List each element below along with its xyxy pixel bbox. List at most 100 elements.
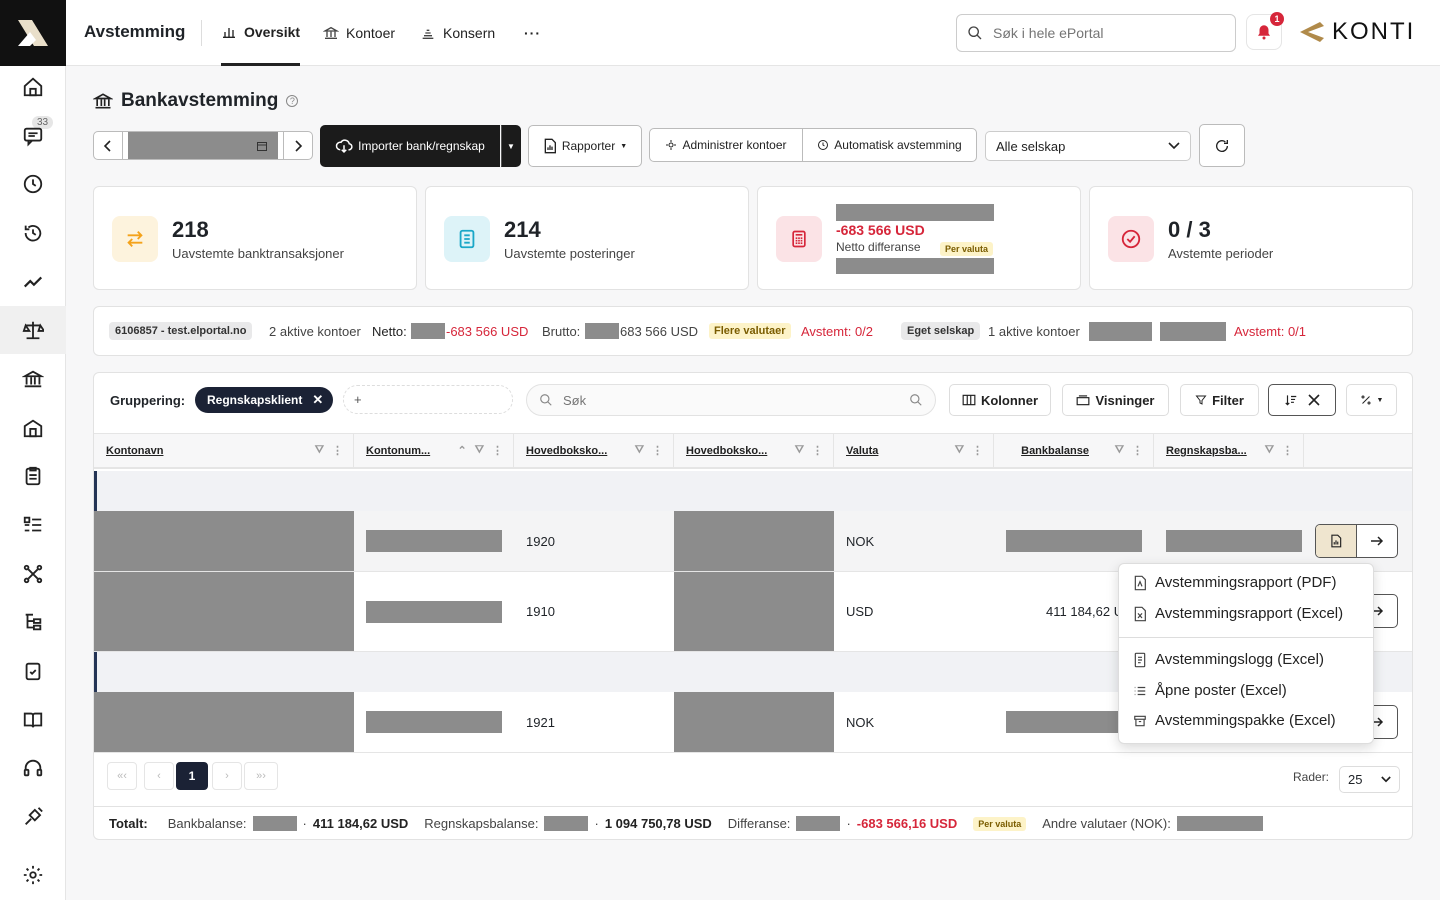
sidebar-item-support[interactable]: [0, 744, 66, 792]
manage-accounts-button[interactable]: Administrer kontoer: [649, 128, 803, 162]
menu-item-open-items[interactable]: Åpne poster (Excel): [1133, 682, 1287, 699]
tab-konsern[interactable]: Konsern: [420, 0, 495, 66]
filter-icon[interactable]: ⛛: [315, 444, 324, 457]
tab-oversikt[interactable]: Oversikt: [221, 0, 301, 66]
sidebar-item-network[interactable]: [0, 550, 66, 598]
grid-search-input[interactable]: [563, 392, 899, 408]
redacted-value: [1160, 322, 1226, 341]
report-file-icon: [1331, 534, 1342, 548]
app-logo[interactable]: [0, 0, 66, 66]
filter-icon[interactable]: ⛛: [475, 444, 484, 457]
reports-button[interactable]: Rapporter ▼: [528, 125, 642, 167]
filter-button[interactable]: Filter: [1180, 384, 1259, 416]
filter-icon[interactable]: ⛛: [1265, 444, 1274, 457]
period-date-field[interactable]: [128, 132, 278, 159]
menu-item-report-excel[interactable]: Avstemmingsrapport (Excel): [1133, 605, 1343, 622]
pagination-first-button[interactable]: «‹: [107, 762, 137, 790]
sidebar-item-reconciliation[interactable]: [0, 306, 66, 354]
company-select[interactable]: Alle selskap: [985, 131, 1191, 161]
density-menu-button[interactable]: ▼: [1346, 384, 1397, 416]
grid-search[interactable]: [526, 384, 936, 416]
separator-dot: ·: [846, 816, 851, 831]
row-report-button[interactable]: [1316, 525, 1357, 557]
sidebar-item-home[interactable]: [0, 63, 66, 111]
column-header-valuta[interactable]: Valuta ⛛ ⋮: [834, 433, 994, 469]
refresh-button[interactable]: [1199, 124, 1245, 167]
sidebar-item-messages[interactable]: [0, 112, 66, 160]
global-search[interactable]: [956, 14, 1236, 52]
difference-label: Differanse:: [727, 816, 791, 831]
redacted-value: [544, 816, 589, 831]
group-chip[interactable]: Regnskapsklient ✕: [195, 387, 334, 413]
sidebar-item-bank[interactable]: [0, 355, 66, 403]
column-header-bankbalanse[interactable]: Bankbalanse ⛛ ⋮: [994, 433, 1154, 469]
sidebar-item-settings[interactable]: [0, 851, 66, 899]
column-menu-icon[interactable]: ⋮: [972, 444, 983, 457]
sidebar-item-list[interactable]: [0, 501, 66, 549]
sidebar-item-checklist[interactable]: [0, 647, 66, 695]
group-row[interactable]: [94, 471, 1412, 511]
column-menu-icon[interactable]: ⋮: [1282, 444, 1293, 457]
filter-icon[interactable]: ⛛: [1115, 444, 1124, 457]
column-menu-icon[interactable]: ⋮: [1132, 444, 1143, 457]
add-grouping-button[interactable]: +: [343, 385, 513, 414]
pagination-last-button[interactable]: »›: [244, 762, 278, 790]
caret-down-icon: ▼: [620, 142, 628, 150]
prev-period-button[interactable]: [94, 132, 123, 159]
column-header-hovedbokskonto-navn[interactable]: Hovedboksko... ⛛ ⋮: [674, 433, 834, 469]
clipboard-icon: [25, 466, 41, 486]
pagination-prev-button[interactable]: ‹: [144, 762, 174, 790]
tab-more[interactable]: ···: [524, 0, 541, 66]
menu-item-reconciliation-log[interactable]: Avstemmingslogg (Excel): [1133, 651, 1324, 668]
column-header-regnskapsbalanse[interactable]: Regnskapsba... ⛛ ⋮: [1154, 433, 1304, 469]
sidebar-item-integrations[interactable]: [0, 793, 66, 841]
column-menu-icon[interactable]: ⋮: [332, 444, 343, 457]
list-lines-icon: [1134, 686, 1146, 695]
sidebar-item-tree[interactable]: [0, 598, 66, 646]
help-icon[interactable]: ?: [286, 95, 299, 107]
row-open-button[interactable]: [1357, 525, 1397, 557]
column-header-kontonummer[interactable]: Kontonum... ⌃ ⛛ ⋮: [354, 433, 514, 469]
column-header-hovedbokskonto[interactable]: Hovedboksko... ⛛ ⋮: [514, 433, 674, 469]
company-chip[interactable]: 6106857 - test.elportal.no: [109, 322, 253, 340]
menu-item-reconciliation-package[interactable]: Avstemmingspakke (Excel): [1133, 712, 1336, 729]
pagination-next-button[interactable]: ›: [212, 762, 242, 790]
sidebar-item-history[interactable]: [0, 209, 66, 257]
menu-item-report-pdf[interactable]: Avstemmingsrapport (PDF): [1133, 574, 1336, 591]
clear-sort-button[interactable]: [1268, 384, 1336, 416]
import-button[interactable]: Importer bank/regnskap: [320, 125, 500, 167]
sidebar-item-building[interactable]: [0, 404, 66, 452]
chevron-right-icon: [295, 139, 303, 152]
sidebar-item-book[interactable]: [0, 696, 66, 744]
filter-icon: [1195, 395, 1207, 405]
filter-icon[interactable]: ⛛: [955, 444, 964, 457]
pagination-page-1[interactable]: 1: [176, 762, 208, 790]
column-menu-icon[interactable]: ⋮: [652, 444, 663, 457]
brutto-value: 683 566 USD: [620, 324, 699, 339]
import-dropdown-toggle[interactable]: ▼: [501, 125, 521, 167]
column-header-kontonavn[interactable]: Kontonavn ⛛ ⋮: [94, 433, 354, 469]
auto-reconcile-label: Automatisk avstemming: [834, 138, 962, 152]
rows-per-page-value: 25: [1348, 772, 1363, 787]
column-menu-icon[interactable]: ⋮: [812, 444, 823, 457]
bar-chart-icon: [223, 27, 235, 38]
sidebar-item-trend[interactable]: [0, 258, 66, 306]
sidebar-item-clock[interactable]: [0, 160, 66, 208]
brand-logo: KONTI: [1298, 18, 1415, 46]
sort-asc-icon[interactable]: ⌃: [458, 444, 467, 457]
column-menu-icon[interactable]: ⋮: [492, 444, 503, 457]
auto-reconcile-button[interactable]: Automatisk avstemming: [802, 128, 977, 162]
tab-kontoer[interactable]: Kontoer: [323, 0, 395, 66]
views-button[interactable]: Visninger: [1062, 384, 1169, 416]
menu-item-label: Avstemmingsrapport (PDF): [1155, 574, 1337, 591]
global-search-input[interactable]: [993, 25, 1213, 41]
satellite-icon: [25, 807, 43, 825]
company-chip[interactable]: Eget selskap: [901, 322, 981, 340]
next-period-button[interactable]: [283, 132, 312, 159]
close-icon[interactable]: ✕: [312, 392, 323, 408]
sidebar-item-clipboard[interactable]: [0, 452, 66, 500]
rows-per-page-select[interactable]: 25: [1339, 766, 1400, 793]
filter-icon[interactable]: ⛛: [635, 444, 644, 457]
columns-button[interactable]: Kolonner: [949, 384, 1051, 416]
filter-icon[interactable]: ⛛: [795, 444, 804, 457]
